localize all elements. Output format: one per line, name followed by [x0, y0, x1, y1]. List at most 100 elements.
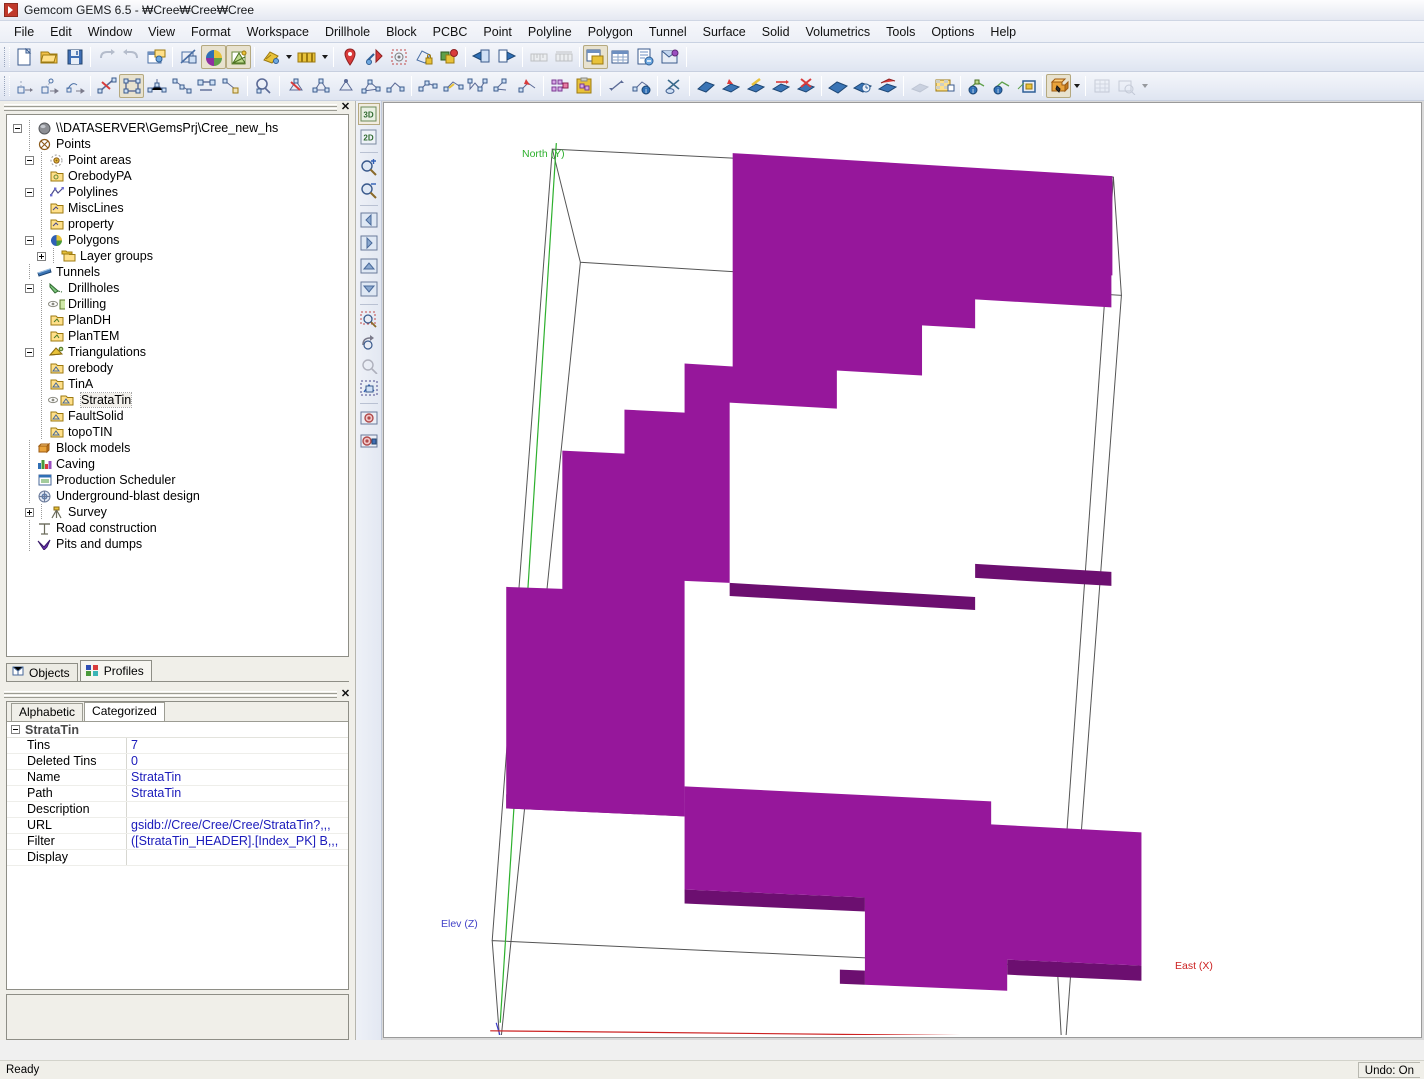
pan-left-icon[interactable]	[358, 209, 380, 231]
surface-merge-icon[interactable]	[490, 74, 515, 98]
zoom-extents-icon[interactable]	[358, 377, 380, 399]
solid-move-icon[interactable]	[768, 74, 793, 98]
section-ruler-icon[interactable]	[526, 45, 551, 69]
scissors-cut-icon[interactable]	[661, 74, 686, 98]
tree-node-tunnels[interactable]: Tunnels	[13, 264, 346, 280]
tab-profiles[interactable]: Profiles	[79, 660, 152, 681]
chevron-down-icon[interactable]	[1139, 74, 1150, 98]
polyline-closed-icon[interactable]	[119, 74, 144, 98]
tree-node-polygons[interactable]: Polygons	[13, 232, 346, 248]
tree-toggle[interactable]	[25, 235, 34, 245]
menu-view[interactable]: View	[140, 23, 183, 41]
camera-save-icon[interactable]	[358, 430, 380, 452]
menu-surface[interactable]: Surface	[695, 23, 754, 41]
menu-window[interactable]: Window	[80, 23, 140, 41]
property-value[interactable]: StrataTin	[127, 770, 348, 785]
property-value[interactable]: 0	[127, 754, 348, 769]
property-row[interactable]: Deleted Tins 0	[7, 754, 348, 770]
tab-objects[interactable]: Objects	[6, 663, 78, 681]
polyline-node-icon[interactable]	[144, 74, 169, 98]
menu-workspace[interactable]: Workspace	[239, 23, 317, 41]
tree-node-triangulations[interactable]: Triangulations	[13, 344, 346, 360]
tree-node-drilling[interactable]: Drilling	[13, 296, 346, 312]
strata-tin-silhouette[interactable]	[384, 103, 1421, 1035]
property-value[interactable]: ([StrataTin_HEADER].[Index_PK] B,,,	[127, 834, 348, 849]
zoom-window-icon[interactable]	[358, 308, 380, 330]
tree-node-point-areas[interactable]: Point areas	[13, 152, 346, 168]
group-toggle[interactable]	[11, 725, 20, 734]
pin-marker-icon[interactable]	[337, 45, 362, 69]
polygon-colors-icon[interactable]	[201, 45, 226, 69]
tree-toggle[interactable]	[37, 251, 46, 261]
solid-yellow-icon[interactable]	[743, 74, 768, 98]
frame-select-icon[interactable]	[1014, 74, 1039, 98]
properties-grid[interactable]: Alphabetic Categorized StrataTin Tins 7	[6, 701, 349, 990]
tree-node-points[interactable]: Points	[13, 136, 346, 152]
zoom-in-icon[interactable]	[358, 156, 380, 178]
property-row[interactable]: Tins 7	[7, 738, 348, 754]
solid-checker-icon[interactable]	[932, 74, 957, 98]
view-2d-icon[interactable]: 2D	[358, 126, 380, 148]
tree-toggle[interactable]	[25, 347, 34, 357]
tree-node-tina[interactable]: TinA	[13, 376, 346, 392]
menu-block[interactable]: Block	[378, 23, 425, 41]
tree-node-drillholes[interactable]: Drillholes	[13, 280, 346, 296]
chevron-down-icon[interactable]	[1071, 74, 1082, 98]
surface-dropdown-icon[interactable]	[258, 45, 283, 69]
property-value[interactable]: 7	[127, 738, 348, 753]
forward-arrow-icon[interactable]	[494, 45, 519, 69]
tree-toggle[interactable]	[25, 283, 34, 293]
tree-toggle[interactable]	[25, 155, 34, 165]
legend-dropdown-icon[interactable]	[294, 45, 319, 69]
property-row[interactable]: Display	[7, 850, 348, 866]
point-create-icon[interactable]	[12, 74, 37, 98]
tree-node-faultsolid[interactable]: FaultSolid	[13, 408, 346, 424]
tree-node-road-construction[interactable]: Road construction	[13, 520, 346, 536]
workspace-window-icon[interactable]	[144, 45, 169, 69]
window-cascade-icon[interactable]	[583, 45, 608, 69]
info-blue-icon[interactable]: i	[989, 74, 1014, 98]
solid-blue-icon[interactable]	[693, 74, 718, 98]
polygon-edit-icon[interactable]	[383, 74, 408, 98]
polygon-delete-icon[interactable]	[283, 74, 308, 98]
report-icon[interactable]	[633, 45, 658, 69]
property-value[interactable]	[127, 850, 348, 865]
property-value[interactable]: gsidb://Cree/Cree/Cree/StrataTin?,,,	[127, 818, 348, 833]
polyline-segment-icon[interactable]	[194, 74, 219, 98]
tab-alphabetic[interactable]: Alphabetic	[11, 703, 84, 721]
objects-panel-titlebar[interactable]: ✕	[0, 101, 355, 114]
chevron-down-icon[interactable]	[319, 45, 330, 69]
tree-node-topotin[interactable]: topoTIN	[13, 424, 346, 440]
menu-polyline[interactable]: Polyline	[520, 23, 580, 41]
surface-red-icon[interactable]	[515, 74, 540, 98]
toolbar-grip[interactable]	[4, 76, 10, 96]
save-disk-icon[interactable]	[62, 45, 87, 69]
tree-node-orebodypa[interactable]: OrebodyPA	[13, 168, 346, 184]
menu-file[interactable]: File	[6, 23, 42, 41]
no-snap-icon[interactable]	[176, 45, 201, 69]
zoom-dim-icon[interactable]	[358, 354, 380, 376]
properties-icon[interactable]	[658, 45, 683, 69]
property-row[interactable]: Description	[7, 802, 348, 818]
tab-categorized[interactable]: Categorized	[84, 702, 165, 721]
query-dim-dropdown-icon[interactable]	[1114, 74, 1139, 98]
pan-up-icon[interactable]	[358, 255, 380, 277]
redo-arrow-icon[interactable]	[119, 45, 144, 69]
properties-panel-titlebar[interactable]: ✕	[0, 688, 355, 701]
pan-down-icon[interactable]	[358, 278, 380, 300]
tree-node-property[interactable]: property	[13, 216, 346, 232]
panel-grip[interactable]	[4, 691, 337, 698]
panel-grip[interactable]	[4, 104, 337, 111]
tree-node-orebody[interactable]: orebody	[13, 360, 346, 376]
surface-link-icon[interactable]	[415, 74, 440, 98]
solid-dim-icon[interactable]	[907, 74, 932, 98]
viewport-canvas[interactable]: North (Y) Elev (Z) East (X)	[383, 102, 1422, 1038]
property-row[interactable]: Path StrataTin	[7, 786, 348, 802]
info-node-icon[interactable]: i	[629, 74, 654, 98]
tree-node-underground-blast-design[interactable]: Underground-blast design	[13, 488, 346, 504]
camera-red-icon[interactable]	[358, 407, 380, 429]
undo-arrow-icon[interactable]	[94, 45, 119, 69]
polygon-create-icon[interactable]	[308, 74, 333, 98]
tree-toggle[interactable]	[25, 507, 34, 517]
tree-node-dataserver[interactable]: \\DATASERVER\GemsPrj\Cree_new_hs	[13, 120, 346, 136]
